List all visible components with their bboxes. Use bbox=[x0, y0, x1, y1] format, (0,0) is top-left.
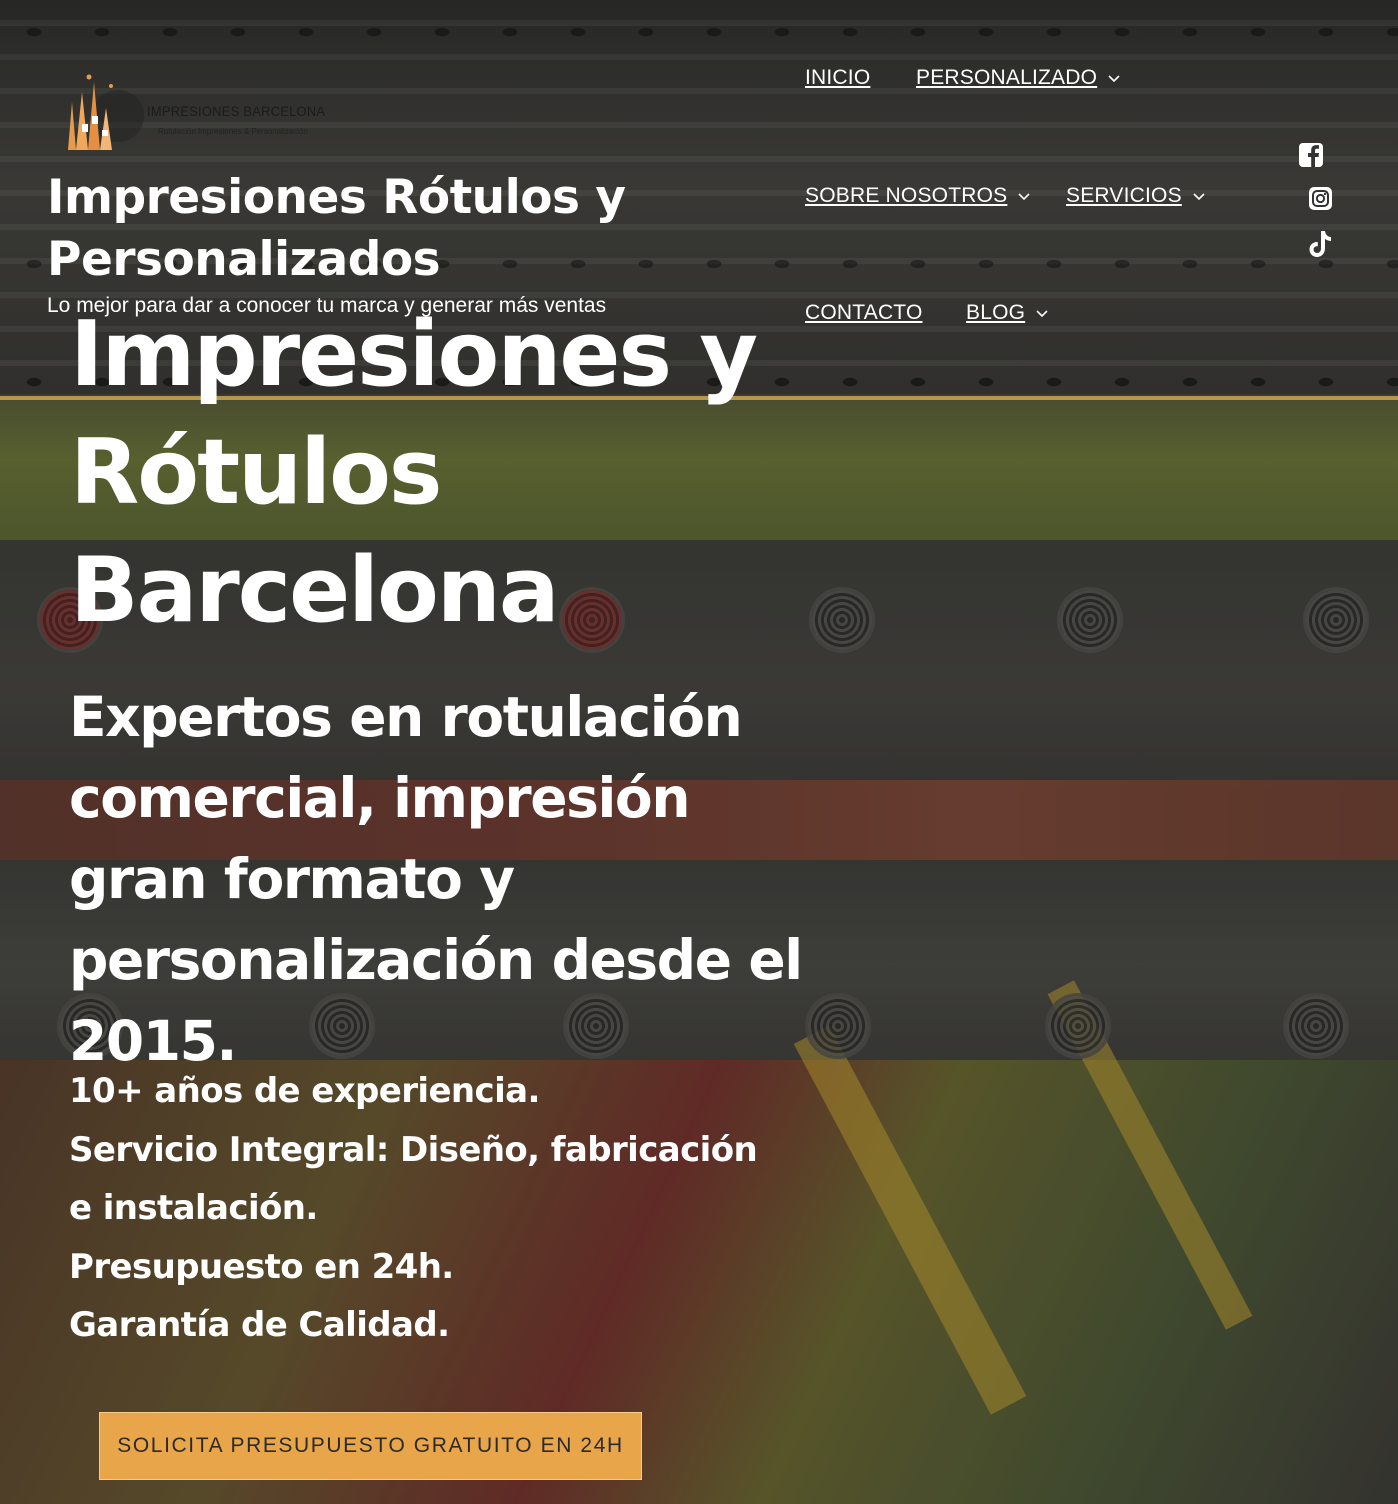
feature-item: Garantía de Calidad. bbox=[69, 1305, 450, 1345]
logo-caption: IMPRESIONES BARCELONA bbox=[147, 103, 326, 119]
nav-item-label: PERSONALIZADO bbox=[916, 66, 1098, 89]
chevron-down-icon[interactable] bbox=[1035, 306, 1049, 320]
instagram-link[interactable] bbox=[1308, 186, 1333, 211]
nav-item-label: INICIO bbox=[805, 66, 871, 89]
hero-feature-list: 10+ años de experiencia. Servicio Integr… bbox=[69, 1062, 789, 1355]
nav-item-inicio[interactable]: INICIO bbox=[805, 66, 870, 90]
nav-item-label: BLOG bbox=[966, 301, 1026, 324]
feature-item: Presupuesto en 24h. bbox=[69, 1246, 454, 1287]
tiktok-link[interactable] bbox=[1308, 229, 1333, 259]
site-title[interactable]: Impresiones Rótulos y Personalizados bbox=[47, 167, 687, 291]
chevron-down-icon[interactable] bbox=[1017, 189, 1031, 203]
nav-item-label: CONTACTO bbox=[805, 301, 923, 324]
feature-item: 10+ años de experiencia. bbox=[69, 1071, 540, 1111]
chevron-down-icon[interactable] bbox=[1192, 189, 1206, 203]
instagram-icon bbox=[1309, 187, 1332, 210]
facebook-link[interactable] bbox=[1298, 142, 1324, 168]
hero-title-line: Barcelona bbox=[70, 538, 560, 643]
nav-item-contacto[interactable]: CONTACTO bbox=[805, 301, 923, 325]
nav-item-label: SOBRE NOSOTROS bbox=[805, 184, 1008, 207]
nav-item-personalizado[interactable]: PERSONALIZADO bbox=[916, 66, 1121, 90]
nav-item-label: SERVICIOS bbox=[1066, 184, 1182, 207]
sagrada-familia-logo-icon bbox=[68, 74, 144, 150]
hero-title: Impresiones y Rótulos Barcelona bbox=[70, 296, 790, 650]
request-quote-button[interactable]: SOLICITA PRESUPUESTO GRATUITO EN 24H bbox=[99, 1412, 642, 1480]
facebook-icon bbox=[1299, 143, 1323, 167]
nav-item-sobre-nosotros[interactable]: SOBRE NOSOTROS bbox=[805, 184, 1031, 208]
nav-item-blog[interactable]: BLOG bbox=[966, 301, 1049, 325]
hero-subtitle: Expertos en rotulación comercial, impres… bbox=[69, 685, 803, 1073]
tiktok-icon bbox=[1309, 231, 1331, 257]
logo-subcaption: Rotulación Impresiones & Personalización bbox=[158, 127, 308, 136]
feature-item: Servicio Integral: Diseño, fabricación e… bbox=[69, 1129, 758, 1229]
hero-title-line: Impresiones y bbox=[70, 302, 758, 407]
nav-item-servicios[interactable]: SERVICIOS bbox=[1066, 184, 1206, 208]
hero-title-line: Rótulos bbox=[70, 420, 442, 525]
chevron-down-icon[interactable] bbox=[1107, 71, 1121, 85]
